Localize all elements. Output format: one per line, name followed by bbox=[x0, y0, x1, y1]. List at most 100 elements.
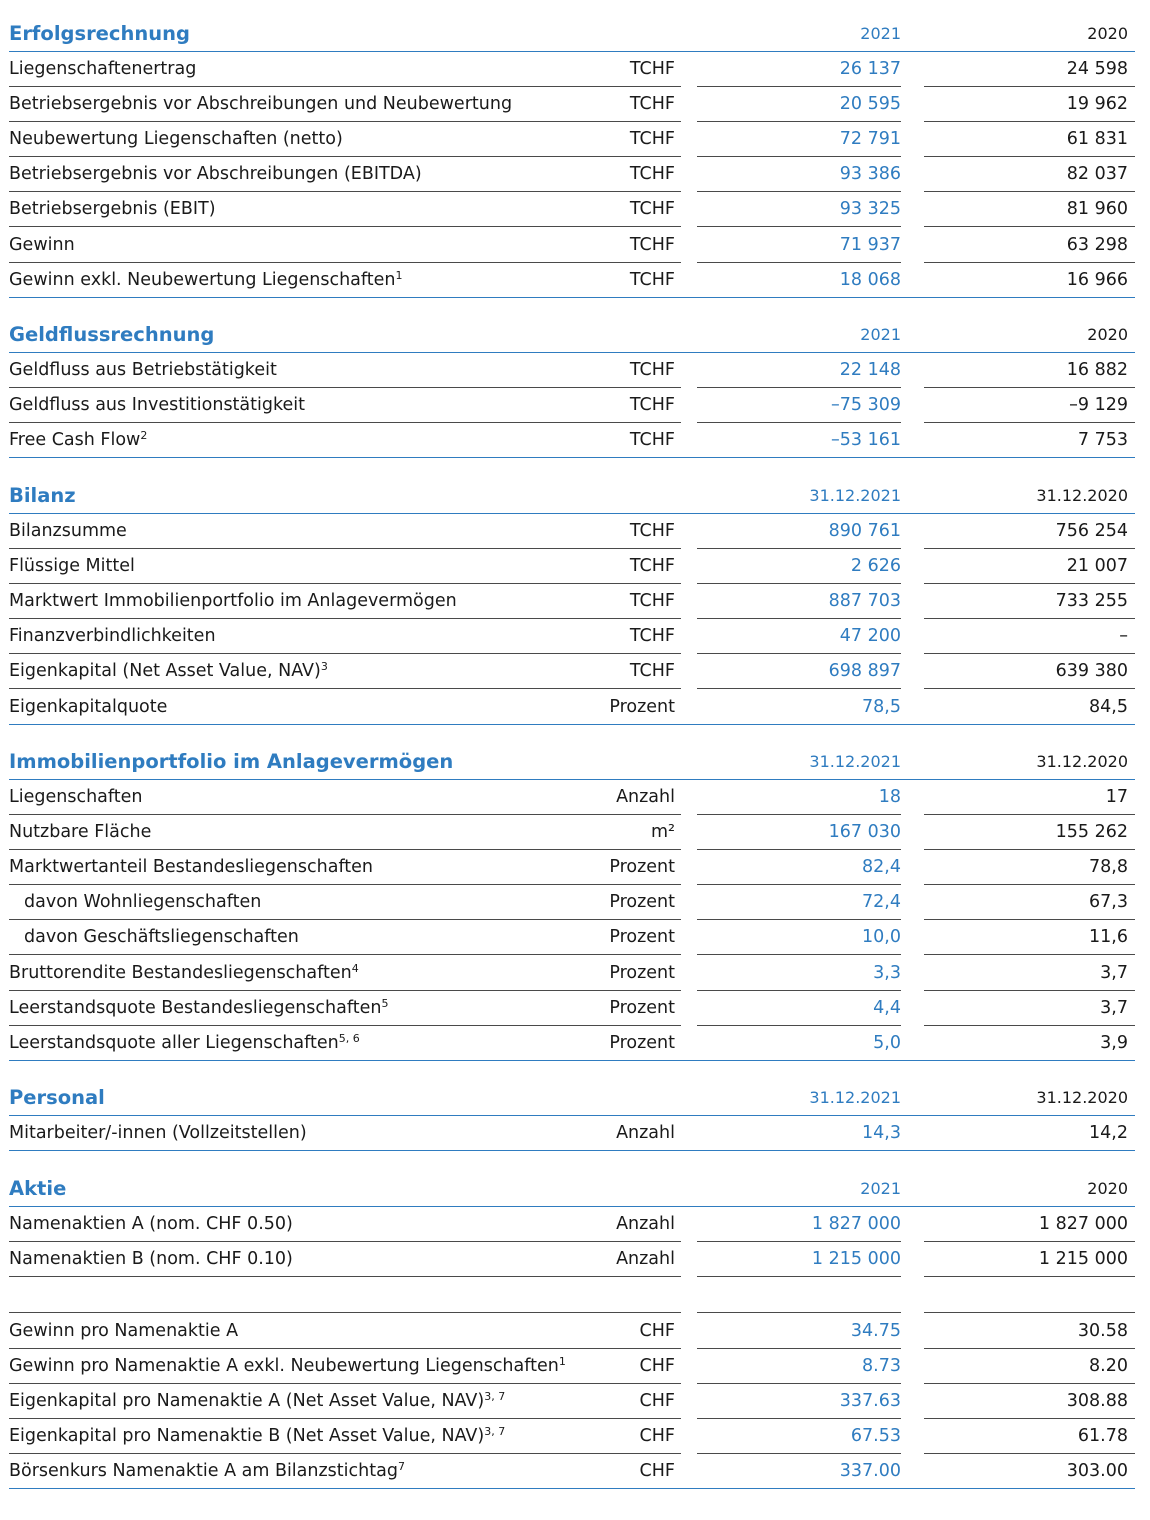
value-previous: – bbox=[1119, 626, 1128, 647]
section-title: Personal bbox=[9, 1086, 105, 1109]
row-label: Liegenschaften bbox=[9, 780, 142, 815]
row-unit: TCHF bbox=[629, 430, 675, 451]
row-unit: CHF bbox=[639, 1426, 675, 1447]
value-current: 2 626 bbox=[850, 556, 901, 577]
row-label-text: Bilanzsumme bbox=[9, 521, 127, 541]
row-label-text: Betriebsergebnis (EBIT) bbox=[9, 199, 216, 220]
value-current: 78,5 bbox=[862, 696, 901, 717]
row-unit: TCHF bbox=[629, 626, 675, 647]
section-end-rule bbox=[9, 457, 1135, 459]
row-label-text: Gewinn pro Namenaktie A bbox=[9, 1321, 239, 1341]
value-current: 22 148 bbox=[839, 360, 901, 380]
value-previous: 3,9 bbox=[1100, 1032, 1128, 1053]
row-unit: TCHF bbox=[629, 591, 675, 612]
row-label: Betriebsergebnis vor Abschreibungen und … bbox=[9, 87, 512, 122]
value-current: 3,3 bbox=[873, 962, 901, 983]
value-current: 18 068 bbox=[839, 269, 901, 290]
row-label-text: Gewinn bbox=[9, 234, 75, 255]
value-previous: 155 262 bbox=[1055, 822, 1128, 843]
row-label: Gewinn pro Namenaktie A bbox=[9, 1314, 238, 1349]
row-label-text: Liegenschaftenertrag bbox=[9, 59, 197, 79]
row-label-text: Betriebsergebnis vor Abschreibungen (EBI… bbox=[9, 164, 422, 185]
value-previous: 61.78 bbox=[1077, 1426, 1128, 1447]
row-unit: TCHF bbox=[629, 94, 675, 115]
row-label: Eigenkapitalquote bbox=[9, 690, 167, 725]
row-label-text: Eigenkapitalquote bbox=[9, 696, 168, 717]
block-separator bbox=[0, 1312, 1150, 1313]
row-label-text: Leerstandsquote aller Liegenschaften bbox=[9, 1032, 339, 1053]
row-unit: Prozent bbox=[609, 892, 675, 913]
separator-rule bbox=[924, 1312, 1135, 1313]
section-header: Geldflussrechnung 2021 2020 bbox=[0, 317, 1150, 353]
row-unit: Prozent bbox=[609, 1032, 675, 1053]
table-row: Geldfluss aus Investitionstätigkeit TCHF –… bbox=[0, 388, 1150, 424]
table-row: davon Wohnliegenschaften Prozent 72,4 67,3 bbox=[0, 885, 1150, 921]
value-previous: 78,8 bbox=[1089, 857, 1128, 878]
value-current: 26 137 bbox=[839, 59, 901, 79]
row-label-text: Eigenkapital (Net Asset Value, NAV) bbox=[9, 661, 321, 682]
column-header-current: 31.12.2021 bbox=[809, 1088, 901, 1107]
footnote-marker: 3 bbox=[320, 660, 328, 674]
value-previous: 24 598 bbox=[1066, 59, 1128, 79]
footnote-marker: 3, 7 bbox=[484, 1425, 506, 1439]
table-row: Namenaktien A (nom. CHF 0.50) Anzahl 1 827… bbox=[0, 1207, 1150, 1242]
row-label: Free Cash Flow2 bbox=[9, 423, 147, 458]
separator-rule bbox=[697, 1312, 901, 1313]
table-row: Neubewertung Liegenschaften (netto) TCHF 7… bbox=[0, 122, 1150, 158]
row-label-text: Namenaktien B (nom. CHF 0.10) bbox=[9, 1249, 293, 1270]
row-unit: TCHF bbox=[629, 59, 675, 79]
table-row: Betriebsergebnis vor Abschreibungen und … bbox=[0, 87, 1150, 123]
table-row: Nutzbare Fläche m² 167 030 155 262 bbox=[0, 815, 1150, 851]
footnote-marker: 3, 7 bbox=[484, 1390, 506, 1404]
row-unit: TCHF bbox=[629, 661, 675, 682]
row-unit: TCHF bbox=[629, 129, 675, 150]
row-label-text: Neubewertung Liegenschaften (netto) bbox=[9, 129, 343, 150]
value-previous: 16 966 bbox=[1066, 269, 1128, 290]
value-current: 20 595 bbox=[839, 94, 901, 115]
column-header-current: 31.12.2021 bbox=[809, 486, 901, 505]
row-label: Namenaktien B (nom. CHF 0.10) bbox=[9, 1242, 293, 1277]
footnote-marker: 5, 6 bbox=[338, 1031, 360, 1045]
column-header-current: 31.12.2021 bbox=[809, 752, 901, 771]
table-row: Bruttorendite Bestandesliegenschaften4 Pr… bbox=[0, 956, 1150, 991]
value-previous: 733 255 bbox=[1055, 591, 1128, 612]
row-label: Leerstandsquote aller Liegenschaften5, 6 bbox=[9, 1026, 360, 1061]
row-unit: Prozent bbox=[609, 857, 675, 878]
row-unit: Prozent bbox=[609, 927, 675, 948]
column-header-previous: 31.12.2020 bbox=[1036, 486, 1128, 505]
section-header: Personal 31.12.2021 31.12.2020 bbox=[0, 1080, 1150, 1116]
table-row: Gewinn pro Namenaktie A exkl. Neubewertu… bbox=[0, 1349, 1150, 1385]
table-row: Eigenkapital pro Namenaktie A (Net Asset… bbox=[0, 1384, 1150, 1420]
row-unit: TCHF bbox=[629, 395, 675, 416]
row-unit: TCHF bbox=[629, 556, 675, 577]
column-header-previous: 2020 bbox=[1087, 1179, 1128, 1198]
row-label: Marktwertanteil Bestandesliegenschaften bbox=[9, 850, 373, 885]
row-label: Finanzverbindlichkeiten bbox=[9, 619, 216, 654]
table-row: Liegenschaftenertrag TCHF 26 137 24 598 bbox=[0, 52, 1150, 87]
table-row: Marktwertanteil Bestandesliegenschaften P… bbox=[0, 850, 1150, 886]
row-unit: Anzahl bbox=[616, 787, 675, 807]
table-row: davon Geschäftsliegenschaften Prozent 10,0… bbox=[0, 920, 1150, 956]
section-title: Aktie bbox=[9, 1177, 67, 1200]
row-label-text: Finanzverbindlichkeiten bbox=[9, 626, 216, 647]
value-previous: 303.00 bbox=[1066, 1461, 1128, 1482]
table-row: Gewinn exkl. Neubewertung Liegenschaften… bbox=[0, 263, 1150, 298]
row-label: Betriebsergebnis (EBIT) bbox=[9, 192, 216, 227]
row-unit: Anzahl bbox=[616, 1249, 675, 1270]
key-figures-table: Erfolgsrechnung 2021 2020 Liegenschaftenert… bbox=[0, 0, 1150, 1520]
row-label-text: Nutzbare Fläche bbox=[9, 822, 152, 843]
value-previous: 1 827 000 bbox=[1038, 1214, 1128, 1234]
row-label: Flüssige Mittel bbox=[9, 549, 135, 584]
row-unit: CHF bbox=[639, 1321, 675, 1341]
value-previous: 14,2 bbox=[1089, 1123, 1128, 1143]
value-current: 337.63 bbox=[839, 1391, 901, 1412]
table-row: Eigenkapitalquote Prozent 78,5 84,5 bbox=[0, 690, 1150, 725]
value-current: 67.53 bbox=[850, 1426, 901, 1447]
value-current: 887 703 bbox=[828, 591, 901, 612]
row-unit: m² bbox=[650, 822, 675, 843]
column-header-previous: 2020 bbox=[1087, 24, 1128, 43]
row-unit: TCHF bbox=[629, 164, 675, 185]
value-current: 8.73 bbox=[862, 1356, 901, 1377]
value-previous: 308.88 bbox=[1066, 1391, 1128, 1412]
table-row: Leerstandsquote Bestandesliegenschaften5… bbox=[0, 991, 1150, 1026]
